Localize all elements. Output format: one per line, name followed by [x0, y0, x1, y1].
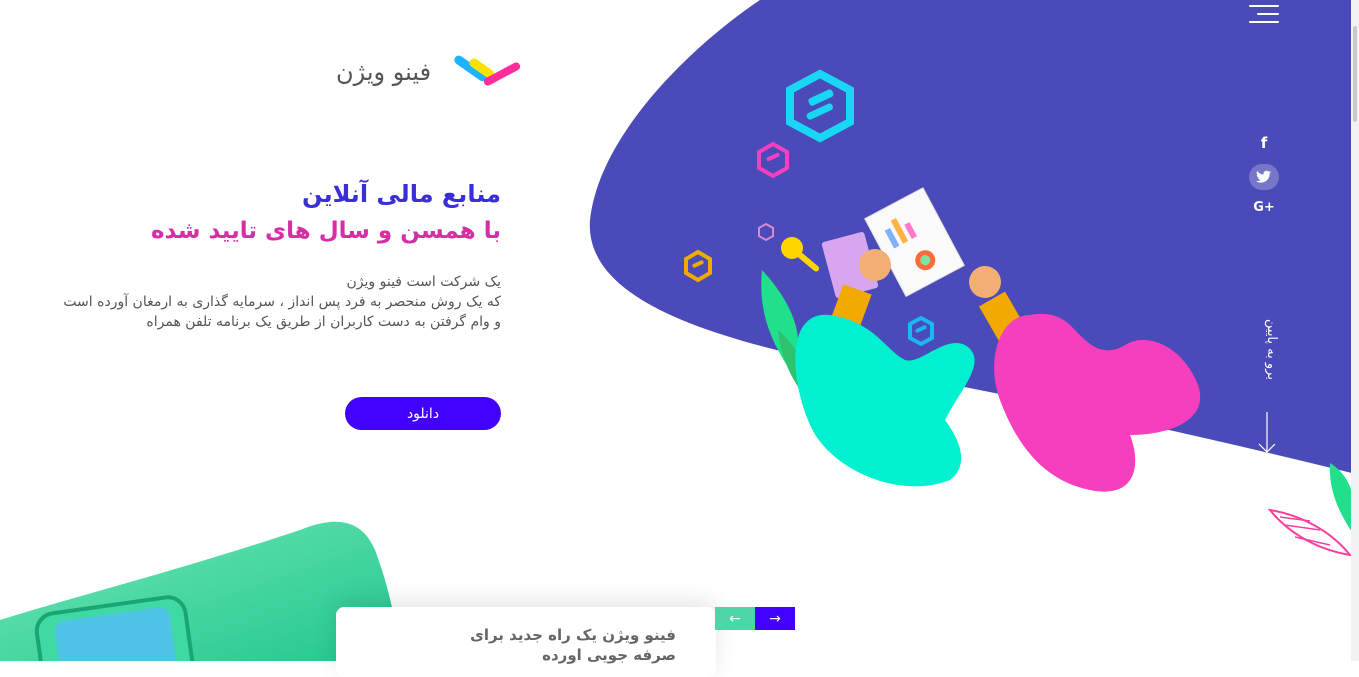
hero-title: منابع مالی آنلاین: [301, 180, 501, 208]
hero-description-line: یک شرکت است فینو ویژن: [346, 274, 502, 290]
hand: [859, 249, 891, 281]
hand: [969, 266, 1001, 298]
google-plus-icon[interactable]: G+: [1248, 194, 1280, 220]
facebook-icon[interactable]: f: [1248, 130, 1280, 156]
hero-description-line: که یک روش منحصر به فرد پس انداز ، سرمایه…: [63, 294, 501, 310]
hexagon-badge-icon: [908, 315, 934, 347]
character-teal-blob: [795, 314, 975, 487]
feature-card-title-line: فینو ویژن یک راه جدید برای: [470, 626, 676, 644]
scroll-down-label[interactable]: برو به پایین: [1251, 270, 1279, 380]
hexagon-badge-icon: [786, 69, 854, 143]
twitter-bird-icon: [1256, 170, 1271, 183]
brand-name: فینو ویژن: [336, 58, 432, 86]
slider-next-button[interactable]: →: [755, 607, 795, 630]
download-button[interactable]: دانلود: [345, 397, 501, 430]
logo-mark-icon: [454, 55, 521, 86]
hero-illustration: [684, 69, 1201, 492]
arrow-down-icon[interactable]: [1257, 412, 1277, 454]
twitter-icon[interactable]: [1249, 164, 1279, 190]
hexagon-badge-icon: [684, 249, 712, 283]
leaf-decoration: [1267, 463, 1356, 557]
character-magenta-blob: [994, 313, 1201, 492]
hexagon-badge-icon: [757, 141, 789, 179]
hamburger-menu-icon[interactable]: [1249, 3, 1283, 23]
magnifier-icon: [781, 237, 820, 272]
hexagon-badge-icon: [758, 222, 774, 242]
feature-card-title-line: صرفه جویی اورده: [542, 646, 676, 664]
feature-card: فینو ویژن یک راه جدید برای صرفه جویی اور…: [336, 607, 716, 677]
brand-logo[interactable]: فینو ویژن: [336, 52, 526, 96]
page-scrollbar-thumb[interactable]: [1353, 26, 1357, 122]
hero-description-line: و وام گرفتن به دست کاربران از طریق یک بر…: [146, 314, 501, 330]
feature-card-title: فینو ویژن یک راه جدید برای صرفه جویی اور…: [376, 625, 676, 665]
hero-subtitle: با همسن و سال های تایید شده: [150, 218, 501, 244]
hero-description: یک شرکت است فینو ویژن که یک روش منحصر به…: [0, 272, 501, 332]
slider-prev-button[interactable]: ←: [715, 607, 755, 630]
